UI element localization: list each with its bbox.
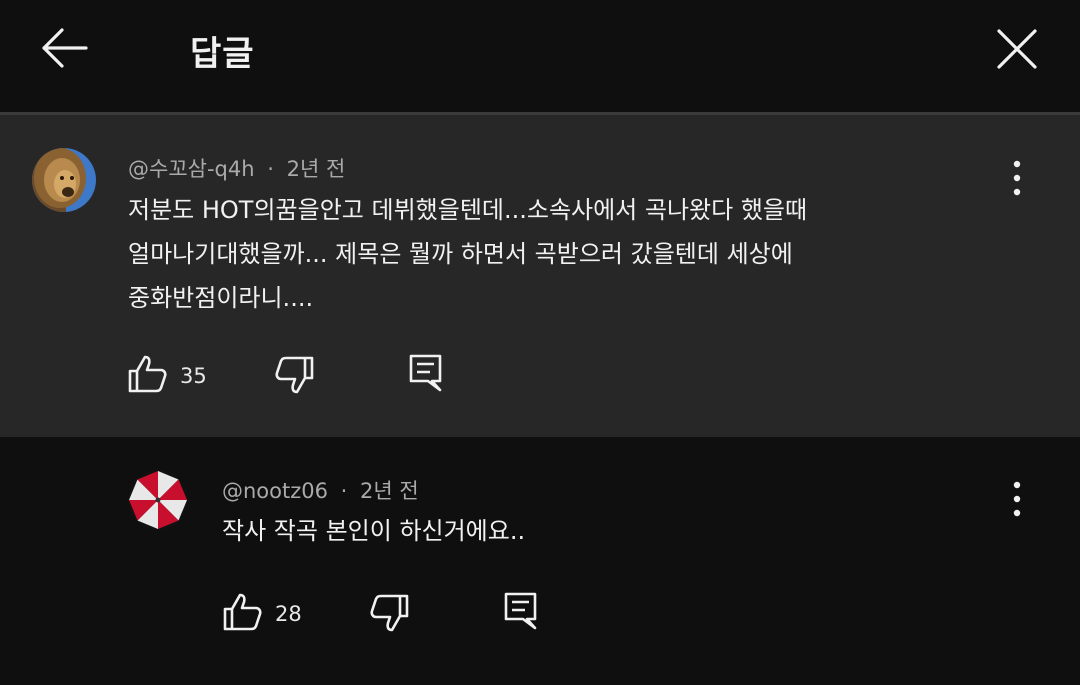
comment-time: 2년 전 (286, 157, 346, 181)
reply-button[interactable] (408, 353, 444, 393)
comment-line: 중화반점이라니.... (128, 284, 314, 312)
comment-author[interactable]: @nootz06 (222, 479, 328, 503)
thumbs-down-icon (275, 356, 314, 394)
close-icon (997, 29, 1037, 69)
header-bar: 답글 (0, 0, 1080, 112)
comment-meta: @nootz06 · 2년 전 (222, 475, 419, 505)
meta-separator: · (267, 157, 274, 181)
more-vert-icon (1013, 160, 1021, 196)
more-options-button[interactable] (1002, 156, 1032, 200)
comment-text: 작사 작곡 본인이 하신거에요.. (222, 517, 526, 545)
parent-comment: @수꼬삼-q4h · 2년 전 저분도 HOT의꿈을안고 데뷔했을텐데...소속… (0, 115, 1080, 437)
like-button[interactable] (126, 354, 168, 394)
thumbs-down-icon (370, 594, 409, 632)
avatar[interactable] (128, 470, 188, 530)
avatar[interactable] (32, 148, 96, 212)
comment-line: 저분도 HOT의꿈을안고 데뷔했을텐데...소속사에서 곡나왔다 했을때 (128, 196, 808, 224)
comment-icon (409, 354, 442, 392)
meta-separator: · (340, 479, 348, 503)
thumbs-up-icon (223, 593, 262, 631)
like-count: 28 (275, 602, 302, 626)
comment-author[interactable]: @수꼬삼-q4h (128, 157, 255, 181)
reply-button[interactable] (503, 591, 539, 631)
arrow-left-icon (42, 28, 88, 68)
comment-time: 2년 전 (360, 479, 419, 503)
umbrella-logo-avatar (128, 470, 188, 530)
more-options-button[interactable] (1002, 477, 1032, 521)
thumbs-up-icon (128, 355, 167, 393)
like-button[interactable] (221, 592, 263, 632)
comment-icon (504, 592, 537, 630)
lion-avatar-image (32, 148, 96, 212)
close-button[interactable] (994, 26, 1040, 72)
back-button[interactable] (38, 24, 90, 72)
dislike-button[interactable] (274, 355, 316, 395)
comment-line: 얼마나기대했을까... 제목은 뭘까 하면서 곡받으러 갔을텐데 세상에 (128, 240, 793, 268)
more-vert-icon (1013, 481, 1021, 517)
comment-meta: @수꼬삼-q4h · 2년 전 (128, 153, 345, 183)
comment-text: 저분도 HOT의꿈을안고 데뷔했을텐데...소속사에서 곡나왔다 했을때 얼마나… (128, 188, 807, 320)
reply-comment: @nootz06 · 2년 전 작사 작곡 본인이 하신거에요.. 28 (0, 437, 1080, 685)
dislike-button[interactable] (369, 593, 411, 633)
like-count: 35 (180, 364, 207, 388)
page-title: 답글 (190, 34, 255, 74)
